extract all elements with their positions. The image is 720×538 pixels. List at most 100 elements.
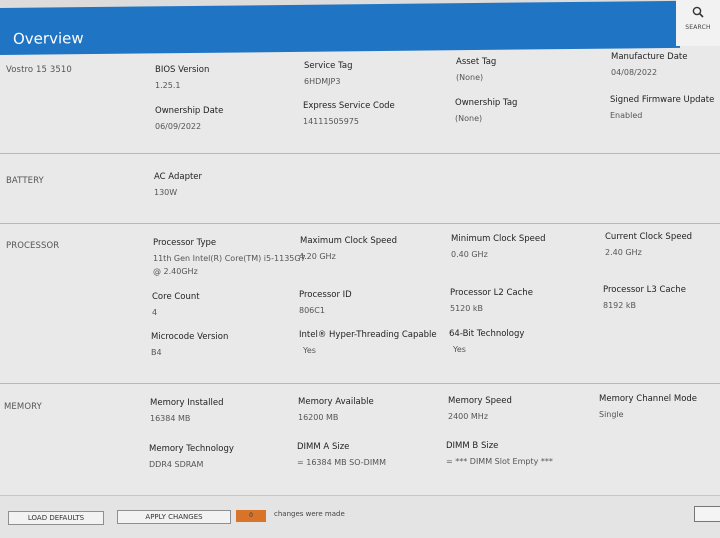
field-value: DDR4 SDRAM	[149, 460, 204, 469]
field-value: 1.25.1	[155, 81, 181, 90]
field-value: 14111505975	[303, 117, 359, 126]
field-value: 6HDMJP3	[304, 77, 341, 86]
field-signed-firmware-update: Signed Firmware Update Enabled	[610, 95, 714, 122]
field-value: 04/08/2022	[611, 68, 658, 77]
field-ownership-date: Ownership Date 06/09/2022	[155, 106, 223, 133]
field-current-clock: Current Clock Speed 2.40 GHz	[605, 232, 692, 259]
field-label: Processor ID	[299, 290, 352, 300]
field-processor-id: Processor ID 806C1	[299, 290, 352, 317]
search-label: SEARCH	[685, 24, 711, 31]
field-value: 16200 MB	[298, 413, 339, 422]
field-label: AC Adapter	[154, 172, 203, 182]
field-label: Minimum Clock Speed	[451, 234, 546, 244]
field-hyperthreading: Intel® Hyper-Threading Capable Yes	[299, 330, 437, 357]
changes-status: changes were made	[274, 510, 345, 518]
field-value: 4	[152, 308, 158, 317]
load-defaults-button[interactable]: LOAD DEFAULTS	[8, 511, 104, 525]
field-value: 8192 kB	[603, 301, 637, 310]
field-value: 2.40 GHz	[605, 248, 642, 257]
field-label: Current Clock Speed	[605, 232, 693, 242]
field-bios-version: BIOS Version 1.25.1	[155, 65, 209, 92]
field-label: Signed Firmware Update	[610, 95, 715, 105]
field-processor-type: Processor Type 11th Gen Intel(R) Core(TM…	[153, 238, 306, 278]
field-label: Microcode Version	[151, 332, 229, 342]
field-label: Intel® Hyper-Threading Capable	[299, 330, 437, 340]
overview-content: Vostro 15 3510 BIOS Version 1.25.1 Servi…	[0, 52, 720, 495]
field-value: 06/09/2022	[155, 122, 202, 131]
field-ac-adapter: AC Adapter 130W	[154, 172, 202, 199]
section-battery: BATTERY	[6, 176, 44, 186]
field-value: 0.40 GHz	[451, 250, 488, 259]
field-value: = 16384 MB SO-DIMM	[297, 458, 386, 467]
field-memory-speed: Memory Speed 2400 MHz	[448, 396, 512, 423]
field-l2-cache: Processor L2 Cache 5120 kB	[450, 288, 533, 315]
field-ownership-tag: Ownership Tag (None)	[455, 98, 517, 125]
field-manufacture-date: Manufacture Date 04/08/2022	[611, 52, 687, 79]
field-label: Memory Installed	[150, 398, 224, 408]
section-memory: MEMORY	[4, 402, 42, 412]
field-label: Memory Technology	[149, 444, 234, 454]
field-value: Yes	[453, 345, 466, 354]
page-title: Overview	[13, 29, 84, 48]
field-label: DIMM A Size	[297, 442, 350, 452]
system-model: Vostro 15 3510	[6, 65, 72, 75]
field-value: 16384 MB	[150, 414, 191, 423]
field-min-clock: Minimum Clock Speed 0.40 GHz	[451, 234, 546, 261]
field-l3-cache: Processor L3 Cache 8192 kB	[603, 285, 686, 312]
section-divider	[0, 223, 720, 224]
field-value-line2: @ 2.40GHz	[153, 267, 198, 276]
field-label: Memory Available	[298, 397, 374, 407]
field-dimm-a-size: DIMM A Size = 16384 MB SO-DIMM	[297, 442, 386, 469]
field-value: Enabled	[610, 111, 643, 120]
search-icon	[676, 6, 720, 22]
field-memory-channel-mode: Memory Channel Mode Single	[599, 394, 697, 421]
field-label: DIMM B Size	[446, 441, 499, 451]
field-value: (None)	[455, 114, 483, 123]
field-service-tag: Service Tag 6HDMJP3	[304, 61, 353, 88]
field-label: Express Service Code	[303, 101, 395, 111]
field-max-clock: Maximum Clock Speed 4.20 GHz	[299, 236, 398, 263]
overview-header: Overview	[0, 0, 680, 56]
field-label: Asset Tag	[456, 57, 497, 67]
field-label: Memory Channel Mode	[599, 394, 698, 404]
field-dimm-b-size: DIMM B Size = *** DIMM Slot Empty ***	[446, 441, 553, 468]
section-processor: PROCESSOR	[6, 241, 60, 251]
field-express-service-code: Express Service Code 14111505975	[303, 101, 395, 128]
field-core-count: Core Count 4	[152, 292, 200, 319]
search-button[interactable]: SEARCH	[676, 0, 720, 46]
field-memory-technology: Memory Technology DDR4 SDRAM	[149, 444, 234, 471]
field-label: Manufacture Date	[611, 52, 688, 62]
field-label: Processor Type	[153, 238, 217, 248]
field-value: = *** DIMM Slot Empty ***	[446, 457, 553, 466]
field-64bit: 64-Bit Technology Yes	[449, 329, 524, 356]
field-label: Memory Speed	[448, 396, 512, 406]
field-value: Yes	[303, 346, 316, 355]
exit-button[interactable]	[694, 506, 720, 522]
field-label: Service Tag	[304, 61, 353, 71]
section-divider	[0, 153, 720, 154]
change-count-badge: 0	[236, 510, 266, 522]
field-microcode-version: Microcode Version B4	[151, 332, 228, 359]
field-value: 5120 kB	[450, 304, 484, 313]
field-value: 806C1	[299, 306, 325, 315]
field-label: 64-Bit Technology	[449, 329, 525, 339]
field-value: 4.20 GHz	[299, 252, 336, 261]
field-value-line1: 11th Gen Intel(R) Core(TM) i5-1135G7	[153, 254, 306, 263]
field-label: Core Count	[152, 292, 200, 302]
field-label: Processor L3 Cache	[603, 285, 686, 295]
field-value: 130W	[154, 188, 178, 197]
field-memory-available: Memory Available 16200 MB	[298, 397, 374, 424]
section-divider	[0, 383, 720, 384]
field-value: B4	[151, 348, 162, 357]
field-label: Ownership Tag	[455, 98, 518, 108]
field-value: 11th Gen Intel(R) Core(TM) i5-1135G7 @ 2.…	[153, 252, 306, 278]
field-label: Processor L2 Cache	[450, 288, 533, 298]
field-label: Maximum Clock Speed	[300, 236, 398, 246]
field-label: Ownership Date	[155, 106, 224, 116]
apply-changes-button[interactable]: APPLY CHANGES	[117, 510, 231, 524]
field-asset-tag: Asset Tag (None)	[456, 57, 496, 84]
field-value: Single	[599, 410, 624, 419]
footer-bar: LOAD DEFAULTS APPLY CHANGES 0 changes we…	[0, 495, 720, 538]
field-value: (None)	[456, 73, 484, 82]
field-value: 2400 MHz	[448, 412, 489, 421]
